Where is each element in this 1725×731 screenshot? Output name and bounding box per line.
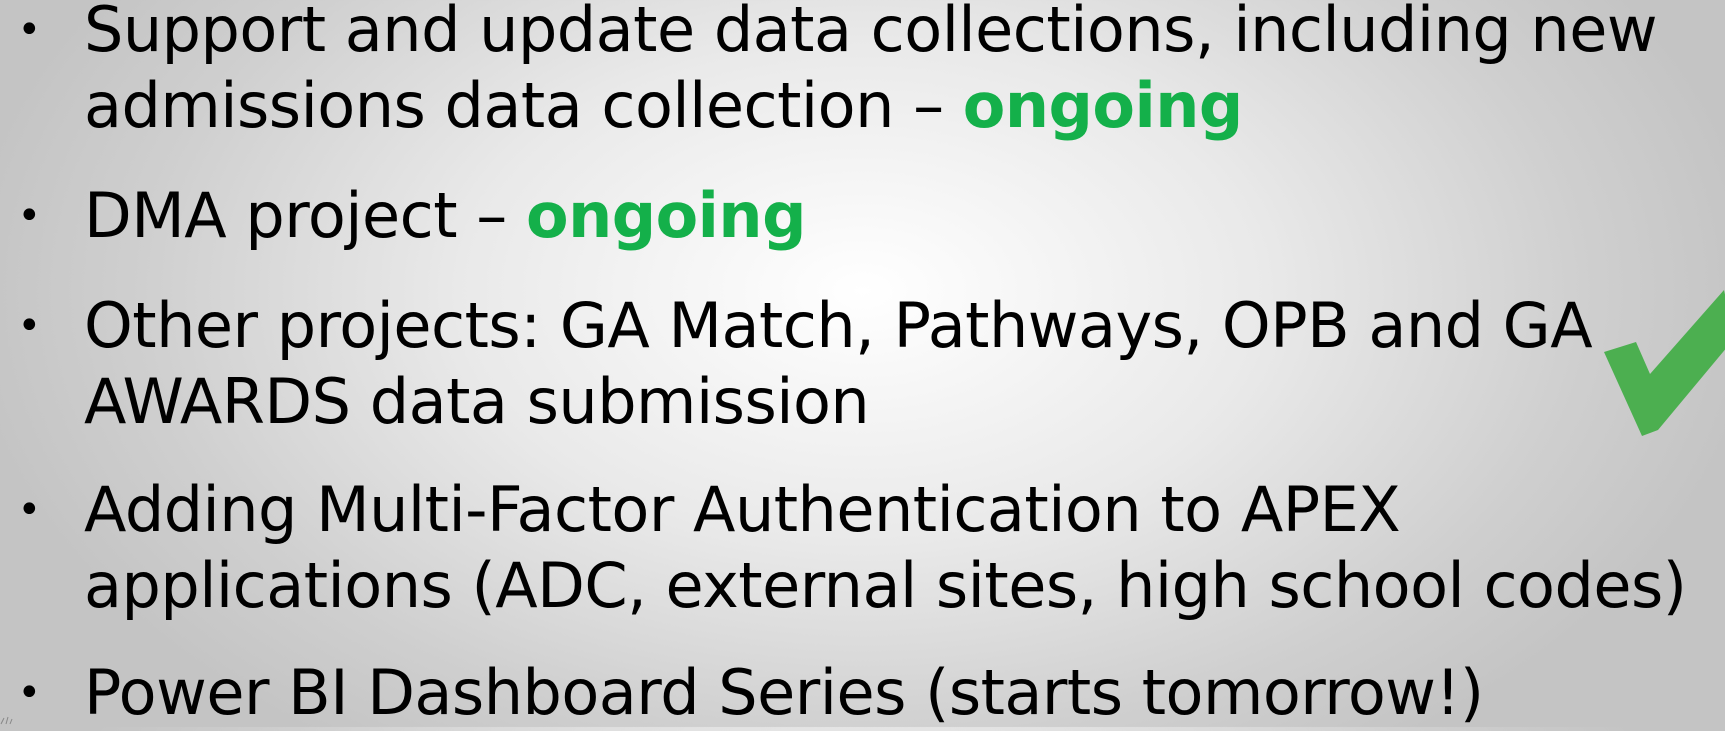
status-ongoing: ongoing bbox=[525, 179, 806, 252]
bullet-text-line-2: applications (ADC, external sites, high … bbox=[84, 549, 1687, 622]
bullet-text-line-1: DMA project – bbox=[84, 179, 526, 252]
corner-mark-icon bbox=[0, 716, 13, 725]
bullet-text-line-1: Other projects: GA Match, Pathways, OPB … bbox=[84, 289, 1593, 362]
bullet-item-data-collections: • Support and update data collections, i… bbox=[17, 0, 1714, 144]
bullet-item-dma-project: • DMA project – ongoing bbox=[17, 178, 1714, 254]
slide: • Support and update data collections, i… bbox=[0, 0, 1725, 729]
bullet-item-mfa-apex: • Adding Multi-Factor Authentication to … bbox=[17, 472, 1714, 624]
bullet-dot: • bbox=[17, 487, 41, 533]
bullet-text-line-2: admissions data collection – bbox=[84, 69, 963, 142]
bullet-dot: • bbox=[17, 193, 41, 239]
bullet-item-other-projects: • Other projects: GA Match, Pathways, OP… bbox=[17, 288, 1714, 440]
checkmark-icon-shape bbox=[1604, 290, 1725, 436]
bullet-dot: • bbox=[17, 670, 41, 716]
bullet-text-line-1: Support and update data collections, inc… bbox=[84, 0, 1658, 66]
bullet-dot: • bbox=[17, 7, 41, 53]
bullet-text-line-1: Power BI Dashboard Series (starts tomorr… bbox=[84, 656, 1484, 729]
status-ongoing: ongoing bbox=[962, 69, 1243, 142]
bullet-text-line-2: AWARDS data submission bbox=[84, 365, 870, 438]
checkmark-icon bbox=[1604, 290, 1725, 436]
bullet-dot: • bbox=[17, 303, 41, 349]
bullet-item-power-bi: • Power BI Dashboard Series (starts tomo… bbox=[17, 655, 1714, 731]
bullet-text-line-1: Adding Multi-Factor Authentication to AP… bbox=[84, 473, 1401, 546]
